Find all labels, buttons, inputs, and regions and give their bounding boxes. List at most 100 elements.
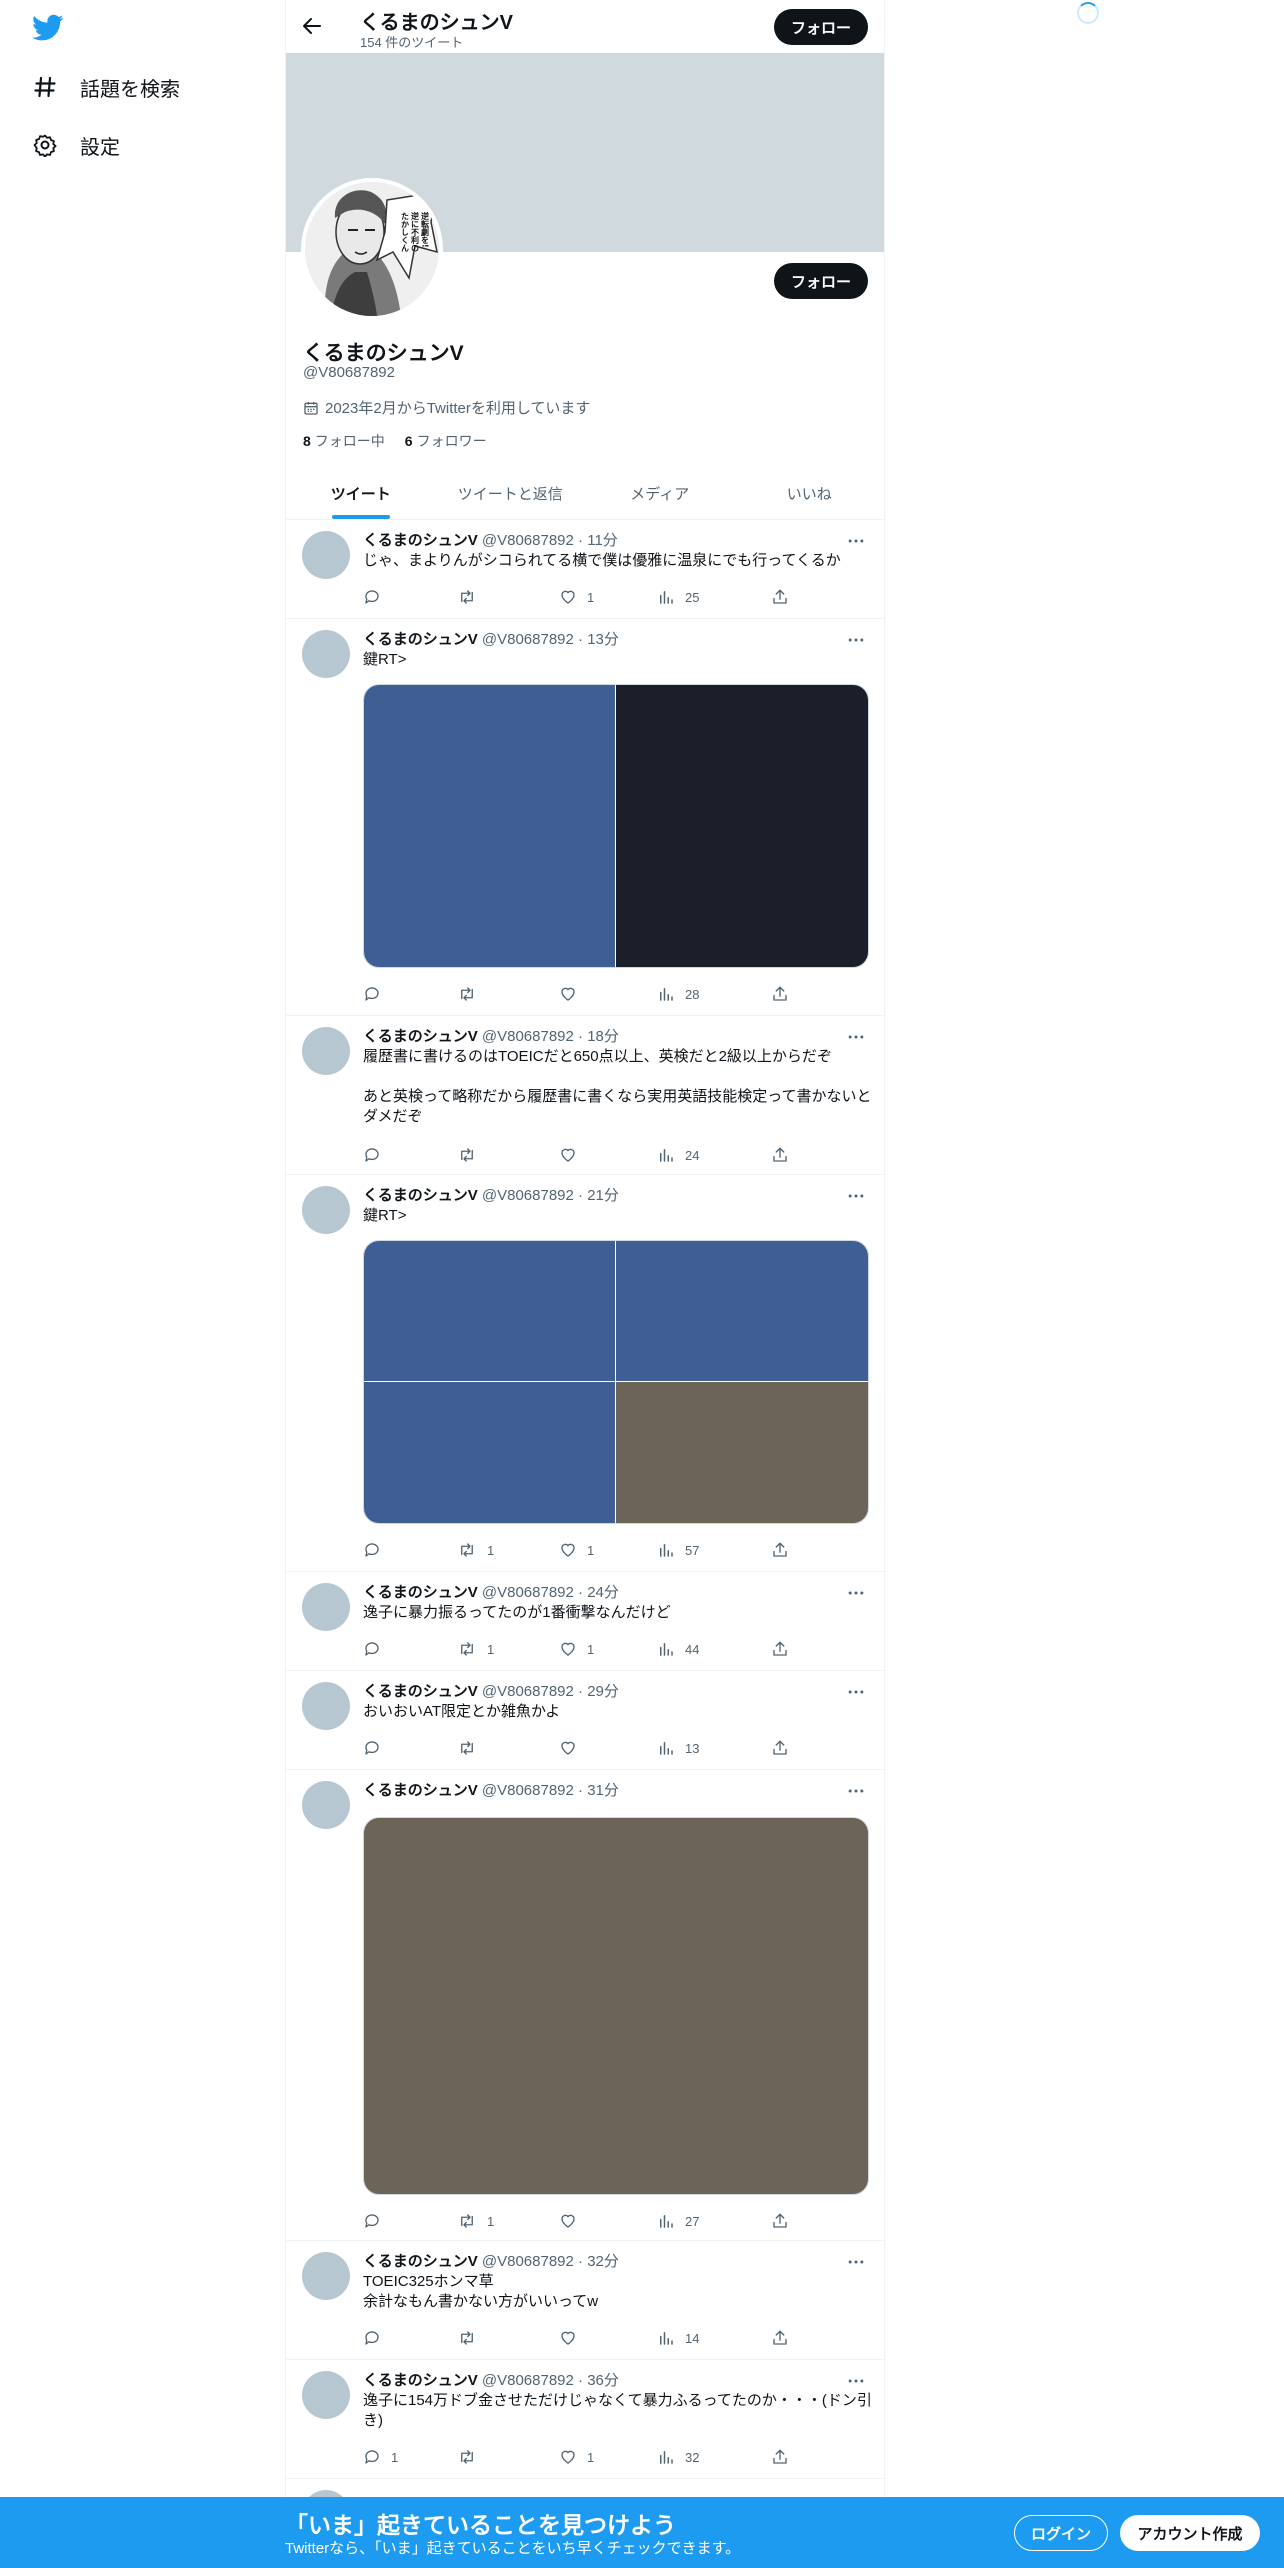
media-image[interactable] (364, 1818, 868, 2194)
share-button[interactable] (771, 1540, 799, 1560)
tweet-author-name[interactable]: くるまのシュンV (363, 532, 478, 549)
share-button[interactable] (771, 1738, 799, 1758)
reply-button[interactable] (363, 1145, 391, 1165)
share-button[interactable] (771, 2328, 799, 2348)
tweet[interactable]: くるまのシュンV @V80687892 · 11分 じゃ、まよりんがシコられてる… (286, 521, 884, 619)
views-button[interactable]: 25 (657, 587, 699, 607)
tweet[interactable]: くるまのシュンV @V80687892 · 31分 1 27 (286, 1771, 884, 2241)
tweet-time[interactable]: 24分 (587, 1584, 619, 1601)
twitter-logo-icon[interactable] (32, 14, 66, 44)
like-button[interactable]: 1 (559, 587, 594, 607)
share-button[interactable] (771, 2211, 799, 2231)
retweet-button[interactable] (457, 1145, 487, 1165)
views-button[interactable]: 28 (657, 984, 699, 1004)
like-button[interactable] (559, 1145, 587, 1165)
share-button[interactable] (771, 1145, 799, 1165)
reply-button[interactable]: 1 (363, 2447, 398, 2467)
tweet-time[interactable]: 29分 (587, 1683, 619, 1700)
more-options-icon[interactable] (846, 1583, 866, 1603)
reply-button[interactable] (363, 984, 391, 1004)
media-image[interactable] (616, 1241, 868, 1381)
tab-tweets-and-replies[interactable]: ツイートと返信 (436, 468, 586, 519)
retweet-button[interactable] (457, 2447, 487, 2467)
more-options-icon[interactable] (846, 1186, 866, 1206)
tweet-media[interactable] (363, 1817, 869, 2195)
media-image[interactable] (616, 1382, 868, 1523)
tweet-time[interactable]: 13分 (587, 631, 619, 648)
like-button[interactable] (559, 2211, 587, 2231)
more-options-icon[interactable] (846, 2371, 866, 2391)
like-button[interactable]: 1 (559, 2447, 594, 2467)
media-image[interactable] (364, 1382, 615, 1523)
reply-button[interactable] (363, 1540, 391, 1560)
tweet-author-name[interactable]: くるまのシュンV (363, 2372, 478, 2389)
tab-tweets[interactable]: ツイート (286, 468, 436, 519)
views-button[interactable]: 14 (657, 2328, 699, 2348)
profile-follow-button[interactable]: フォロー (774, 263, 868, 299)
tweet[interactable]: くるまのシュンV @V80687892 · 18分 履歴書に書けるのはTOEIC… (286, 1017, 884, 1175)
tweet-avatar[interactable] (302, 2371, 350, 2419)
like-button[interactable] (559, 984, 587, 1004)
tweet-avatar[interactable] (302, 1027, 350, 1075)
tweet-author-name[interactable]: くるまのシュンV (363, 1028, 478, 1045)
more-options-icon[interactable] (846, 630, 866, 650)
retweet-button[interactable]: 1 (457, 2211, 494, 2231)
tweet-media[interactable] (363, 1240, 869, 1524)
share-button[interactable] (771, 1639, 799, 1659)
tweet-avatar[interactable] (302, 1583, 350, 1631)
tweet-time[interactable]: 36分 (587, 2372, 619, 2389)
retweet-button[interactable] (457, 587, 487, 607)
more-options-icon[interactable] (846, 1781, 866, 1801)
media-image[interactable] (364, 1241, 615, 1381)
more-options-icon[interactable] (846, 531, 866, 551)
reply-button[interactable] (363, 2328, 391, 2348)
tweet-avatar[interactable] (302, 1186, 350, 1234)
share-button[interactable] (771, 984, 799, 1004)
login-button[interactable]: ログイン (1014, 2515, 1108, 2551)
nav-settings[interactable]: 設定 (32, 125, 120, 165)
following-link[interactable]: 8 フォロー中 (303, 431, 385, 451)
tweet-author-name[interactable]: くるまのシュンV (363, 2253, 478, 2270)
retweet-button[interactable] (457, 984, 487, 1004)
reply-button[interactable] (363, 1738, 391, 1758)
create-account-button[interactable]: アカウント作成 (1120, 2515, 1260, 2551)
like-button[interactable] (559, 2328, 587, 2348)
like-button[interactable]: 1 (559, 1639, 594, 1659)
tweet-time[interactable]: 32分 (587, 2253, 619, 2270)
tweet-avatar[interactable] (302, 1781, 350, 1829)
retweet-button[interactable]: 1 (457, 1639, 494, 1659)
back-arrow-icon[interactable] (300, 14, 324, 38)
retweet-button[interactable] (457, 1738, 487, 1758)
tweet-author-name[interactable]: くるまのシュンV (363, 1782, 478, 1799)
share-button[interactable] (771, 587, 799, 607)
views-button[interactable]: 44 (657, 1639, 699, 1659)
tweet[interactable]: くるまのシュンV @V80687892 · 32分 TOEIC325ホンマ草 余… (286, 2242, 884, 2360)
profile-avatar[interactable]: たかしくん 逆に不利の 逆転劇を! (301, 178, 443, 320)
tweet-avatar[interactable] (302, 2252, 350, 2300)
media-image[interactable] (616, 685, 868, 967)
tweet[interactable]: くるまのシュンV @V80687892 · 29分 おいおいAT限定とか雑魚かよ… (286, 1672, 884, 1770)
reply-button[interactable] (363, 587, 391, 607)
tweet-avatar[interactable] (302, 1682, 350, 1730)
more-options-icon[interactable] (846, 1027, 866, 1047)
tweet-time[interactable]: 31分 (587, 1782, 619, 1799)
tab-likes[interactable]: いいね (735, 468, 885, 519)
reply-button[interactable] (363, 2211, 391, 2231)
tweet-media[interactable] (363, 684, 869, 968)
more-options-icon[interactable] (846, 2252, 866, 2272)
like-button[interactable]: 1 (559, 1540, 594, 1560)
tweet[interactable]: くるまのシュンV @V80687892 · 21分 鍵RT> 1 1 57 (286, 1176, 884, 1572)
tweet-author-name[interactable]: くるまのシュンV (363, 1187, 478, 1204)
tweet[interactable]: くるまのシュンV @V80687892 · 36分 逸子に154万ドブ金させただ… (286, 2361, 884, 2479)
nav-explore[interactable]: 話題を検索 (32, 67, 180, 107)
retweet-button[interactable] (457, 2328, 487, 2348)
tweet-time[interactable]: 11分 (587, 532, 618, 549)
tweet-author-name[interactable]: くるまのシュンV (363, 1683, 478, 1700)
tweet-avatar[interactable] (302, 531, 350, 579)
tweet-time[interactable]: 18分 (587, 1028, 619, 1045)
views-button[interactable]: 32 (657, 2447, 699, 2467)
tweet[interactable]: くるまのシュンV @V80687892 · 13分 鍵RT> 28 (286, 620, 884, 1016)
tweet-author-name[interactable]: くるまのシュンV (363, 1584, 478, 1601)
tab-media[interactable]: メディア (585, 468, 735, 519)
tweet[interactable]: くるまのシュンV @V80687892 · 24分 逸子に暴力振るってたのが1番… (286, 1573, 884, 1671)
